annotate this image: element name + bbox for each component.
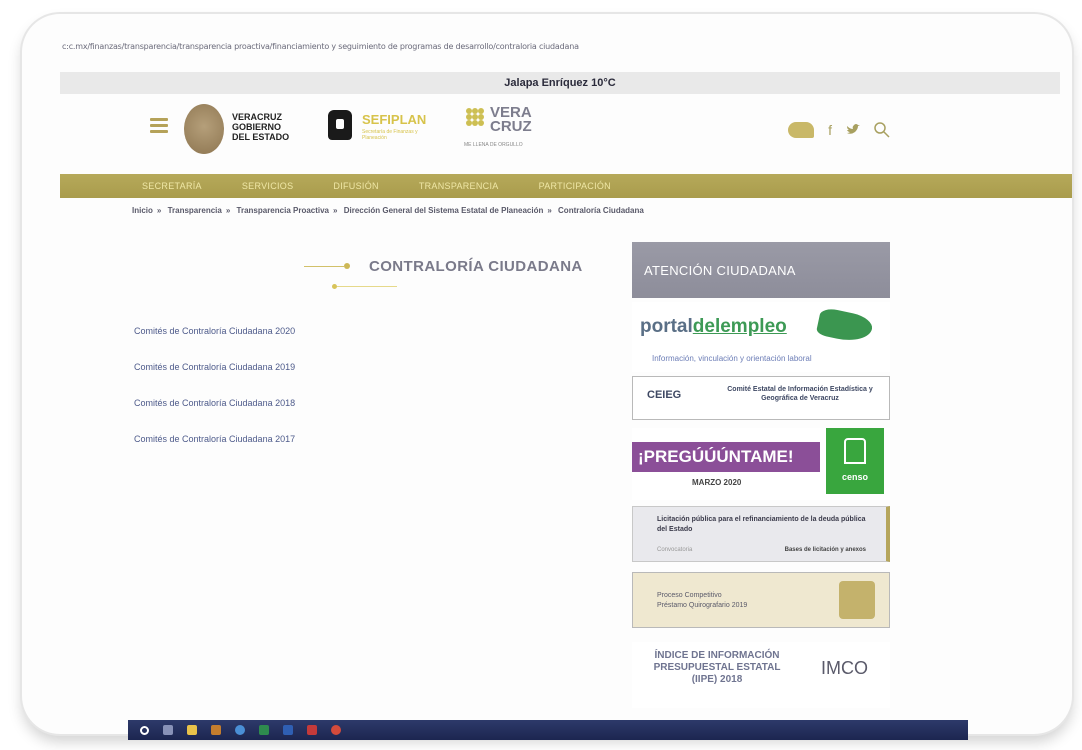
- veracruz-seal-logo[interactable]: [184, 104, 224, 154]
- weather-bar: Jalapa Enríquez 10°C: [60, 72, 1060, 94]
- sefiplan-logo[interactable]: SEFIPLAN: [362, 112, 426, 127]
- atencion-ciudadana-banner[interactable]: ATENCIÓN CIUDADANA: [632, 242, 890, 298]
- sefiplan-subtitle: Secretaría de Finanzas y Planeación: [362, 129, 418, 141]
- link-comites-2019[interactable]: Comités de Contraloría Ciudadana 2019: [134, 362, 295, 372]
- facebook-icon[interactable]: f: [828, 122, 832, 138]
- convocatoria-link[interactable]: Convocatoria: [657, 547, 692, 553]
- nav-transparencia[interactable]: TRANSPARENCIA: [419, 181, 499, 191]
- title-divider: [304, 266, 344, 267]
- proceso-line-1: Proceso Competitivo: [657, 592, 722, 599]
- veracruz-wordmark: VERA CRUZ: [490, 105, 532, 135]
- menu-icon[interactable]: [150, 118, 168, 133]
- chat-icon[interactable]: [788, 122, 815, 138]
- preguntame-date: MARZO 2020: [692, 478, 742, 487]
- censo-label: censo: [841, 472, 868, 482]
- preguntame-banner[interactable]: ¡PREGÚÚÚNTAME! MARZO 2020 censo: [632, 428, 890, 500]
- pdf-icon[interactable]: [307, 725, 317, 735]
- censo-badge: censo: [826, 428, 884, 494]
- file-explorer-icon[interactable]: [187, 725, 197, 735]
- nav-difusion[interactable]: DIFUSIÓN: [333, 181, 378, 191]
- edge-icon[interactable]: [235, 725, 245, 735]
- veracruz-tagline: ME LLENA DE ORGULLO: [464, 142, 523, 148]
- url-bar[interactable]: c:c.mx/finanzas/transparencia/transparen…: [62, 42, 1042, 54]
- excel-icon[interactable]: [259, 725, 269, 735]
- page-title: CONTRALORÍA CIUDADANA: [369, 258, 583, 275]
- iipe-line-1: ÍNDICE DE INFORMACIÓN: [654, 650, 780, 661]
- title-sub-divider: [337, 286, 397, 287]
- iipe-line-2: PRESUPUESTAL ESTATAL: [653, 662, 781, 673]
- licitacion-banner[interactable]: Licitación pública para el refinanciamie…: [632, 506, 890, 562]
- twitter-icon[interactable]: [846, 124, 860, 136]
- proceso-text: Proceso Competitivo Préstamo Quirografar…: [657, 591, 747, 611]
- breadcrumb-separator: »: [156, 206, 162, 215]
- licitacion-title: Licitación pública para el refinanciamie…: [657, 516, 866, 533]
- breadcrumb: Inicio» Transparencia» Transparencia Pro…: [132, 206, 648, 215]
- portal-empleo-subtitle: Información, vinculación y orientación l…: [652, 354, 812, 363]
- chrome-icon[interactable]: [331, 725, 341, 735]
- ceieg-text: Comité Estatal de Información Estadístic…: [727, 386, 873, 402]
- breadcrumb-inicio[interactable]: Inicio: [132, 206, 153, 215]
- vc-line-2: CRUZ: [490, 118, 532, 135]
- portal-empleo-title: portaldelempleo: [640, 316, 787, 338]
- house-icon: [844, 438, 866, 464]
- iipe-banner[interactable]: ÍNDICE DE INFORMACIÓN PRESUPUESTAL ESTAT…: [632, 642, 890, 708]
- ceieg-logo: CEIEG: [647, 389, 682, 401]
- sidebar: ATENCIÓN CIUDADANA portaldelempleo Infor…: [632, 242, 890, 708]
- page-title-block: CONTRALORÍA CIUDADANA: [274, 254, 634, 294]
- bases-licitacion-link[interactable]: Bases de licitación y anexos: [785, 547, 866, 553]
- iipe-title: ÍNDICE DE INFORMACIÓN PRESUPUESTAL ESTAT…: [642, 650, 792, 686]
- social-links: f: [788, 122, 890, 138]
- link-comites-2017[interactable]: Comités de Contraloría Ciudadana 2017: [134, 434, 295, 444]
- breadcrumb-direccion[interactable]: Dirección General del Sistema Estatal de…: [344, 206, 544, 215]
- breadcrumb-transparencia-proactiva[interactable]: Transparencia Proactiva: [237, 206, 330, 215]
- breadcrumb-separator: »: [547, 206, 552, 215]
- title-bullet: [344, 263, 350, 269]
- word-icon[interactable]: [283, 725, 293, 735]
- portal-word: portal: [640, 316, 693, 337]
- ceieg-banner[interactable]: CEIEG Comité Estatal de Información Esta…: [632, 376, 890, 420]
- main-nav: SECRETARÍA SERVICIOS DIFUSIÓN TRANSPAREN…: [60, 174, 1072, 198]
- sefiplan-icon: [328, 110, 352, 140]
- nav-secretaria[interactable]: SECRETARÍA: [142, 181, 202, 191]
- search-icon[interactable]: [874, 122, 890, 138]
- browser-window: c:c.mx/finanzas/transparencia/transparen…: [22, 14, 1072, 734]
- nav-servicios[interactable]: SERVICIOS: [242, 181, 294, 191]
- gov-line-3: DEL ESTADO: [232, 132, 290, 142]
- breadcrumb-current: Contraloría Ciudadana: [558, 206, 644, 215]
- breadcrumb-separator: »: [225, 206, 231, 215]
- site-header: VERACRUZ GOBIERNO DEL ESTADO SEFIPLAN Se…: [60, 98, 1060, 168]
- link-comites-2020[interactable]: Comités de Contraloría Ciudadana 2020: [134, 326, 295, 336]
- document-hand-icon: [839, 581, 875, 619]
- task-view-icon[interactable]: [163, 725, 173, 735]
- veracruz-flower-icon: [466, 108, 484, 126]
- committee-links: Comités de Contraloría Ciudadana 2020 Co…: [134, 326, 295, 470]
- portal-delempleo-word: delempleo: [692, 316, 787, 337]
- imco-logo: IMCO: [821, 658, 868, 678]
- iipe-line-3: (IIPE) 2018: [691, 674, 743, 685]
- gov-line-1: VERACRUZ: [232, 112, 283, 122]
- proceso-line-2: Préstamo Quirografario 2019: [657, 602, 748, 609]
- gov-line-2: GOBIERNO: [232, 122, 282, 132]
- breadcrumb-transparencia[interactable]: Transparencia: [168, 206, 222, 215]
- link-comites-2018[interactable]: Comités de Contraloría Ciudadana 2018: [134, 398, 295, 408]
- nav-participacion[interactable]: PARTICIPACIÓN: [539, 181, 611, 191]
- breadcrumb-separator: »: [333, 206, 338, 215]
- start-icon[interactable]: [140, 725, 149, 735]
- proceso-competitivo-banner[interactable]: Proceso Competitivo Préstamo Quirografar…: [632, 572, 890, 628]
- preguntame-title: ¡PREGÚÚÚNTAME!: [632, 442, 820, 472]
- store-icon[interactable]: [211, 725, 221, 735]
- gov-logo-text: VERACRUZ GOBIERNO DEL ESTADO: [232, 112, 289, 142]
- mexico-map-icon: [815, 306, 875, 346]
- portal-empleo-banner[interactable]: portaldelempleo Información, vinculación…: [632, 302, 890, 372]
- taskbar: [128, 720, 968, 740]
